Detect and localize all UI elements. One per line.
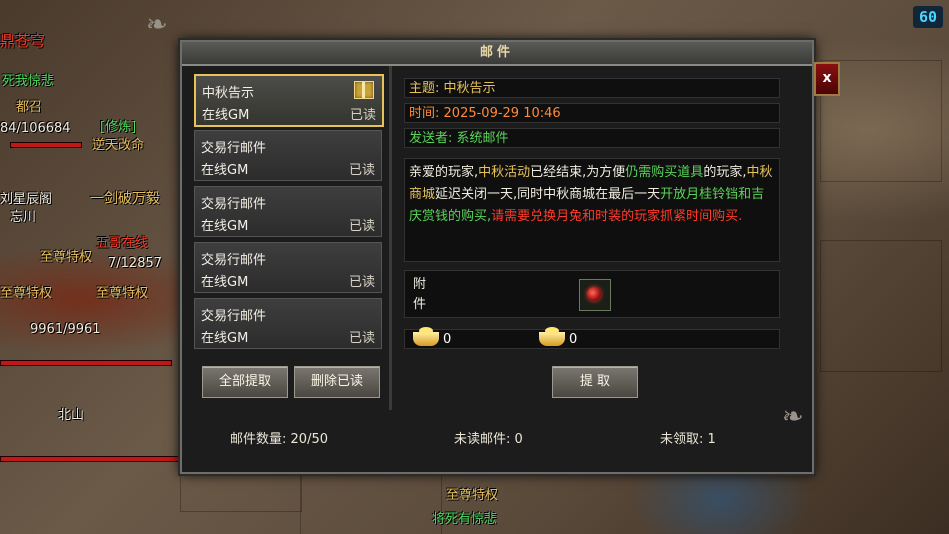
mail-count-value: 20/50: [290, 432, 328, 447]
time-value: 2025-09-29 10:46: [443, 106, 561, 121]
claim-all-button[interactable]: 全部提取: [202, 366, 288, 398]
mail-list-item[interactable]: 交易行邮件 在线GM 已读: [194, 186, 382, 237]
attachment-item-icon[interactable]: [579, 279, 611, 311]
bg-player-title: 逆天改命: [92, 138, 145, 153]
claim-button[interactable]: 提 取: [552, 366, 638, 398]
pane-divider: [389, 66, 392, 410]
body-segment: 中秋活动: [478, 165, 531, 180]
subject-label: 主题:: [409, 81, 440, 96]
bg-player-title: 死我惊悲: [2, 74, 55, 89]
unclaimed-count: 未领取: 1: [660, 428, 716, 447]
mail-list-item[interactable]: 交易行邮件 在线GM 已读: [194, 298, 382, 349]
mail-list: 中秋告示 在线GM 已读 交易行邮件 在线GM 已读 交易行邮件 在线GM 已读…: [194, 70, 390, 408]
bg-player-rank: [修炼]: [100, 120, 137, 135]
bg-banner: 一剑破万毅: [90, 191, 160, 207]
unread-count: 未读邮件: 0: [454, 428, 523, 447]
bg-player-title: 将死有惊悲: [432, 512, 498, 527]
body-segment: 仍需购买道具: [625, 165, 704, 180]
gold-amount: 0: [443, 332, 452, 347]
mail-sender: 在线GM: [202, 108, 250, 123]
yuanbao-icon: [539, 327, 565, 346]
mail-footer: 邮件数量: 20/50 未读邮件: 0 未领取: 1: [182, 418, 812, 468]
sender-label: 发送者:: [409, 131, 453, 146]
mail-list-item[interactable]: 中秋告示 在线GM 已读: [194, 74, 384, 127]
sender-field: 发送者: 系统邮件: [404, 128, 780, 148]
bg-player-hp: 7/12857: [108, 256, 163, 271]
bg-player-status: 五哥在线: [96, 236, 149, 251]
bg-hp-bar: [0, 360, 172, 366]
subject-field: 主题: 中秋告示: [404, 78, 780, 98]
floor-tile: [300, 470, 442, 534]
mail-sender: 在线GM: [201, 331, 249, 346]
bg-hp-bar: [0, 456, 182, 462]
unread-value: 0: [514, 432, 523, 447]
mail-count: 邮件数量: 20/50: [230, 428, 328, 447]
mail-status: 已读: [349, 108, 376, 123]
mail-list-item[interactable]: 交易行邮件 在线GM 已读: [194, 130, 382, 181]
mail-sender: 在线GM: [201, 219, 249, 234]
bg-badge: 至尊特权: [446, 488, 499, 503]
mail-subject: 交易行邮件: [201, 141, 267, 156]
unclaimed-label: 未领取:: [660, 432, 704, 447]
unread-label: 未读邮件:: [454, 432, 511, 447]
bg-player-name: 北山: [58, 408, 85, 423]
body-segment: 请需要兑换月兔和时装的玩家抓紧时间购买.: [491, 209, 743, 224]
floor-tile: [820, 240, 942, 372]
delete-read-button[interactable]: 删除已读: [294, 366, 380, 398]
attachment-label: 附件: [413, 277, 427, 312]
mail-status: 已读: [348, 331, 375, 346]
subject-value: 中秋告示: [443, 81, 496, 96]
body-segment: 的玩家,: [703, 165, 747, 180]
body-segment: 延迟关闭一天,同时中秋商城在最后一天: [435, 187, 661, 202]
time-label: 时间:: [409, 106, 440, 121]
mail-status: 已读: [348, 163, 375, 178]
unclaimed-value: 1: [707, 432, 716, 447]
mail-body: 亲爱的玩家,中秋活动已经结束,为方便仍需购买道具的玩家,中秋商城延迟关闭一天,同…: [404, 158, 780, 262]
mail-subject: 交易行邮件: [201, 197, 267, 212]
mail-sender: 在线GM: [201, 163, 249, 178]
close-button[interactable]: x: [814, 62, 840, 96]
dragon-ornament-icon: ❧: [146, 10, 168, 40]
time-field: 时间: 2025-09-29 10:46: [404, 103, 780, 123]
mail-count-label: 邮件数量:: [230, 432, 287, 447]
attachment-area: 附件: [404, 270, 780, 318]
bg-badge: 至尊特权: [96, 286, 149, 301]
currency-row: 0 0: [404, 327, 780, 349]
body-segment: 亲爱的玩家,: [409, 165, 479, 180]
gold-ingot-icon: [413, 327, 439, 346]
fps-counter: 60: [912, 6, 943, 28]
mail-subject: 中秋告示: [202, 86, 255, 101]
bg-badge: 至尊特权: [0, 286, 53, 301]
bg-badge: 至尊特权: [40, 250, 93, 265]
bg-player-name: 刘星辰阁: [0, 192, 53, 207]
yuanbao-amount: 0: [569, 332, 578, 347]
bg-player-guild: 都召: [16, 100, 43, 115]
mail-window: ❧ ❧ 邮件 x 中秋告示 在线GM 已读 交易行邮件 在线GM 已读 交易行邮…: [146, 10, 840, 474]
sender-value: 系统邮件: [456, 131, 509, 146]
bg-player-name: 忘川: [10, 210, 37, 225]
mail-subject: 交易行邮件: [201, 309, 267, 324]
mail-status: 已读: [348, 275, 375, 290]
body-segment: 已经结束,为方便: [530, 165, 626, 180]
mail-status: 已读: [348, 219, 375, 234]
mail-detail: 主题: 中秋告示 时间: 2025-09-29 10:46 发送者: 系统邮件 …: [400, 70, 786, 410]
mail-sender: 在线GM: [201, 275, 249, 290]
bg-player-name: 鼎苍穹: [0, 32, 46, 50]
bg-player-hp: 84/106684: [0, 121, 71, 136]
window-title: 邮件: [182, 42, 812, 66]
bg-hp-bar: [10, 142, 82, 148]
mail-list-item[interactable]: 交易行邮件 在线GM 已读: [194, 242, 382, 293]
gift-icon: [354, 81, 374, 99]
mail-subject: 交易行邮件: [201, 253, 267, 268]
bg-player-hp: 9961/9961: [30, 322, 101, 337]
